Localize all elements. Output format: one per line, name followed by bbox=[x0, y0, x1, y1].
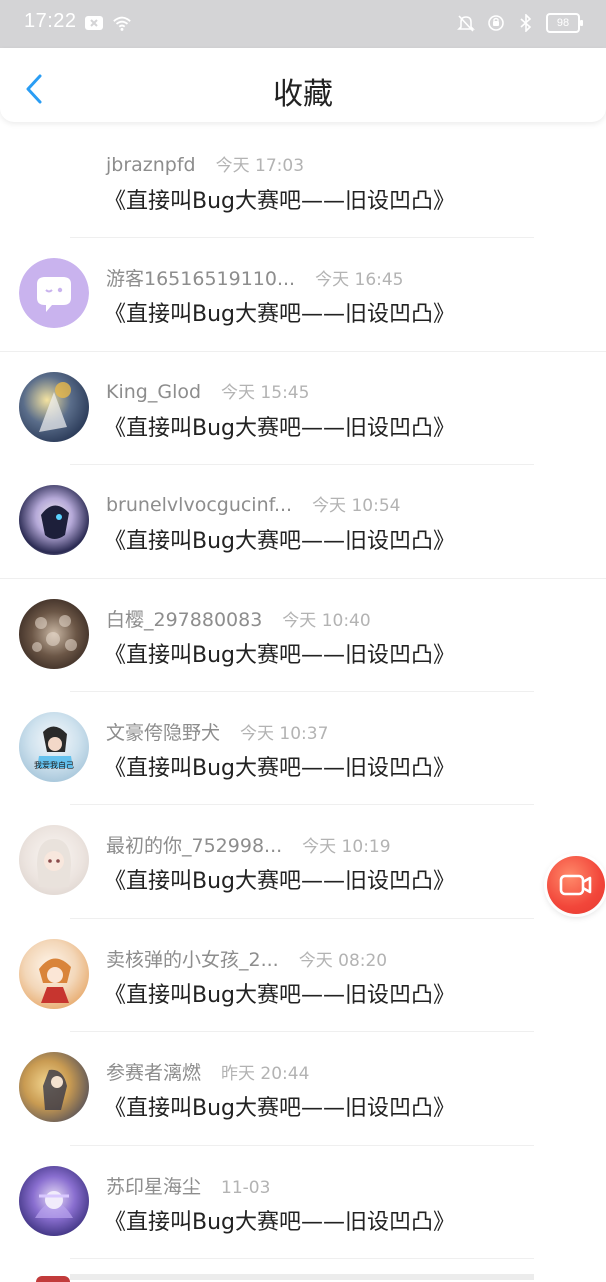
post-title[interactable]: 《直接叫Bug大赛吧——旧设凹凸》 bbox=[104, 863, 455, 895]
timestamp: 今天 15:45 bbox=[221, 382, 310, 403]
list-item[interactable]: 卖核弹的小女孩_2... 今天 08:20 《直接叫Bug大赛吧——旧设凹凸》 bbox=[0, 919, 606, 1033]
timestamp: 今天 10:54 bbox=[312, 496, 401, 517]
username[interactable]: King_Glod bbox=[106, 381, 201, 403]
list-item[interactable]: 苏印星海尘 11-03 《直接叫Bug大赛吧——旧设凹凸》 bbox=[0, 1146, 606, 1259]
post-title[interactable]: 《直接叫Bug大赛吧——旧设凹凸》 bbox=[104, 523, 455, 555]
next-item-peek bbox=[70, 1274, 534, 1280]
divider bbox=[70, 1257, 534, 1259]
record-video-button[interactable] bbox=[547, 856, 605, 914]
username[interactable]: 参赛者漓燃 bbox=[106, 1058, 201, 1085]
list-item[interactable]: 游客16516519110... 今天 16:45 《直接叫Bug大赛吧——旧设… bbox=[0, 238, 606, 352]
avatar-caption: 我爱我自己 bbox=[34, 760, 74, 770]
avatar[interactable] bbox=[19, 258, 89, 329]
app-header: 收藏 bbox=[0, 48, 606, 122]
favorites-list: jbraznpfd 今天 17:03 《直接叫Bug大赛吧——旧设凹凸》 游客1… bbox=[0, 125, 606, 1259]
post-title[interactable]: 《直接叫Bug大赛吧——旧设凹凸》 bbox=[104, 183, 455, 215]
battery-icon: 98 bbox=[546, 13, 583, 33]
wifi-icon bbox=[112, 13, 132, 33]
post-title[interactable]: 《直接叫Bug大赛吧——旧设凹凸》 bbox=[104, 410, 455, 442]
status-bar: 17:22 98 bbox=[0, 0, 606, 48]
status-time: 17:22 bbox=[24, 10, 77, 32]
list-item[interactable]: 我爱我自己 文豪侉隐野犬 今天 10:37 《直接叫Bug大赛吧——旧设凹凸》 bbox=[0, 692, 606, 806]
post-title[interactable]: 《直接叫Bug大赛吧——旧设凹凸》 bbox=[104, 296, 455, 328]
notification-x-icon bbox=[84, 13, 104, 33]
avatar[interactable] bbox=[19, 825, 89, 896]
list-item[interactable]: 最初的你_752998... 今天 10:19 《直接叫Bug大赛吧——旧设凹凸… bbox=[0, 805, 606, 919]
avatar[interactable] bbox=[19, 371, 89, 442]
avatar[interactable] bbox=[19, 598, 89, 669]
username[interactable]: 白樱_297880083 bbox=[106, 605, 262, 632]
page-title: 收藏 bbox=[273, 77, 333, 112]
avatar[interactable]: 我爱我自己 bbox=[19, 711, 89, 782]
list-item[interactable]: 白樱_297880083 今天 10:40 《直接叫Bug大赛吧——旧设凹凸》 bbox=[0, 579, 606, 692]
alarm-icon bbox=[486, 13, 506, 33]
timestamp: 今天 17:03 bbox=[215, 156, 305, 176]
list-item[interactable]: 参赛者漓燃 昨天 20:44 《直接叫Bug大赛吧——旧设凹凸》 bbox=[0, 1032, 606, 1146]
post-title[interactable]: 《直接叫Bug大赛吧——旧设凹凸》 bbox=[104, 637, 455, 669]
username[interactable]: 最初的你_752998... bbox=[106, 831, 282, 858]
list-item[interactable]: King_Glod 今天 15:45 《直接叫Bug大赛吧——旧设凹凸》 bbox=[0, 352, 606, 466]
timestamp: 昨天 20:44 bbox=[221, 1064, 310, 1085]
next-item-avatar-peek bbox=[36, 1276, 70, 1282]
post-title[interactable]: 《直接叫Bug大赛吧——旧设凹凸》 bbox=[104, 1090, 455, 1122]
timestamp: 今天 10:19 bbox=[302, 837, 391, 858]
timestamp: 今天 08:20 bbox=[298, 950, 388, 971]
timestamp: 今天 10:37 bbox=[240, 723, 329, 744]
avatar[interactable] bbox=[19, 1165, 89, 1236]
post-title[interactable]: 《直接叫Bug大赛吧——旧设凹凸》 bbox=[104, 1204, 455, 1236]
username[interactable]: 卖核弹的小女孩_2... bbox=[106, 945, 279, 972]
list-item[interactable]: brunelvlvocgucinf... 今天 10:54 《直接叫Bug大赛吧… bbox=[0, 465, 606, 579]
avatar[interactable] bbox=[19, 485, 89, 556]
username[interactable]: 苏印星海尘 bbox=[106, 1172, 201, 1199]
username[interactable]: jbraznpfd bbox=[106, 154, 196, 176]
username[interactable]: 文豪侉隐野犬 bbox=[106, 718, 220, 745]
avatar[interactable] bbox=[19, 1052, 89, 1123]
post-title[interactable]: 《直接叫Bug大赛吧——旧设凹凸》 bbox=[104, 977, 455, 1009]
username[interactable]: 游客16516519110... bbox=[106, 264, 295, 291]
list-item[interactable]: jbraznpfd 今天 17:03 《直接叫Bug大赛吧——旧设凹凸》 bbox=[0, 125, 606, 239]
mute-bell-icon bbox=[456, 13, 476, 33]
timestamp: 11-03 bbox=[221, 1177, 271, 1198]
post-title[interactable]: 《直接叫Bug大赛吧——旧设凹凸》 bbox=[104, 750, 455, 782]
username[interactable]: brunelvlvocgucinf... bbox=[106, 494, 292, 516]
avatar[interactable] bbox=[19, 938, 89, 1009]
timestamp: 今天 16:45 bbox=[315, 270, 404, 291]
video-record-icon bbox=[559, 874, 592, 896]
timestamp: 今天 10:40 bbox=[282, 610, 371, 631]
bluetooth-icon bbox=[516, 13, 536, 33]
